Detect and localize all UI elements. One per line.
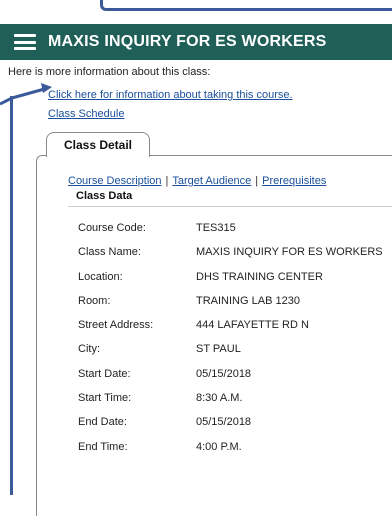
class-schedule-link[interactable]: Class Schedule [48,108,124,120]
data-value: ST PAUL [196,343,241,356]
intro-text: Here is more information about this clas… [8,66,211,78]
course-description-link[interactable]: Course Description [68,175,162,187]
data-label: Start Time: [78,392,132,405]
data-label: Room: [78,294,111,307]
app-header: MAXIS INQUIRY FOR ES WORKERS [0,24,392,60]
tab-class-detail[interactable]: Class Detail [46,132,150,157]
data-label: Location: [78,270,123,283]
class-detail-panel [36,155,392,516]
data-label: End Date: [78,416,127,429]
prerequisites-link[interactable]: Prerequisites [262,175,326,187]
sublink-separator: | [165,175,169,187]
data-label: End Time: [78,440,128,453]
annotation-line [10,96,13,495]
page-title: MAXIS INQUIRY FOR ES WORKERS [48,33,327,50]
hamburger-menu-icon[interactable] [14,34,36,50]
sublink-separator: | [255,175,259,187]
data-value: TES315 [196,222,236,234]
data-label: Course Code: [78,222,146,234]
data-label: Start Date: [78,367,131,380]
data-value: MAXIS INQUIRY FOR ES WORKERS [196,246,383,259]
target-audience-link[interactable]: Target Audience [172,175,251,187]
data-value: 4:00 P.M. [196,440,242,453]
section-divider [68,206,392,207]
detail-sublinks: Course Description | Target Audience | Prere… [68,175,326,187]
data-label: Class Name: [78,246,141,259]
data-value: TRAINING LAB 1230 [196,294,300,307]
section-title: Class Data [76,190,133,202]
data-value: 05/15/2018 [196,416,252,429]
top-annotation-strip [0,0,392,22]
course-info-link[interactable]: Click here for information about taking … [48,89,293,101]
data-value: DHS TRAINING CENTER [196,270,323,283]
data-label: City: [78,343,100,356]
data-value: 05/15/2018 [196,367,252,380]
data-value: 8:30 A.M. [196,392,243,405]
data-value: 444 LAFAYETTE RD N [196,319,309,332]
annotation-box-edge [100,0,392,11]
data-label: Street Address: [78,319,154,332]
